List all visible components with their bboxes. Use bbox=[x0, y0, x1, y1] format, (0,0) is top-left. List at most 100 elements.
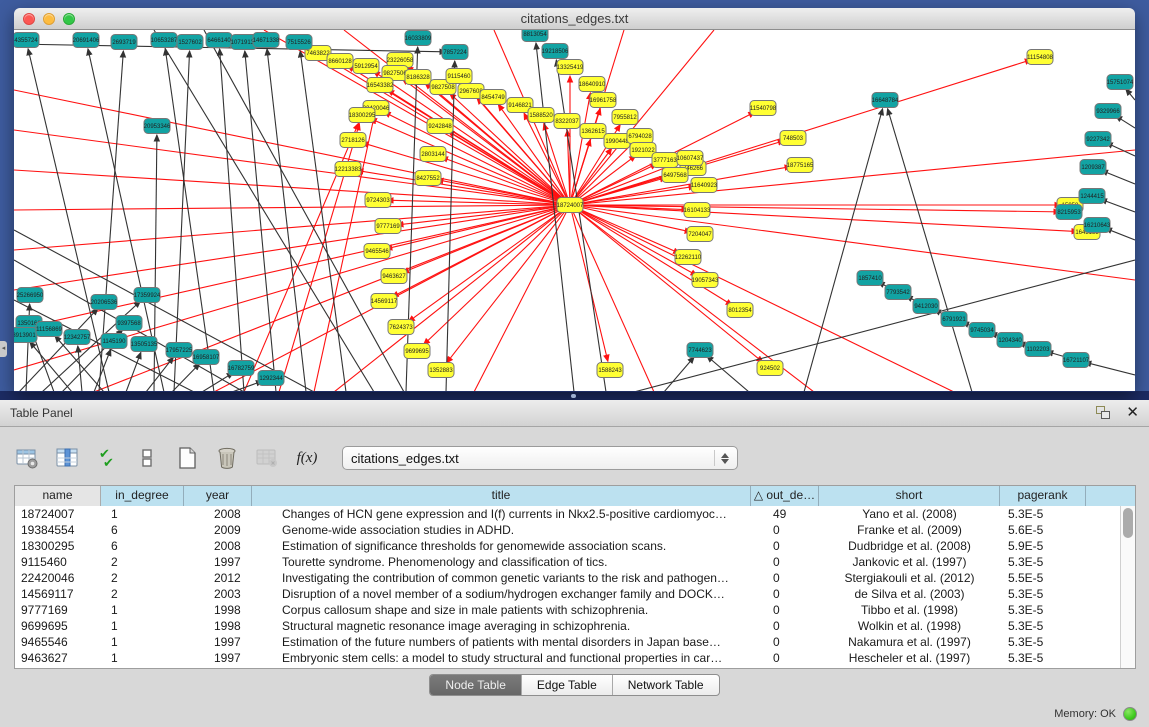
graph-node[interactable] bbox=[381, 269, 407, 284]
column-header-short[interactable]: short bbox=[819, 486, 1000, 506]
table-row[interactable]: 1938455462009Genome-wide association stu… bbox=[15, 522, 1120, 538]
graph-node[interactable] bbox=[687, 227, 713, 242]
graph-node[interactable] bbox=[627, 129, 653, 144]
graph-node[interactable] bbox=[1025, 342, 1051, 357]
table-row[interactable]: 977716911998Corpus callosum shape and si… bbox=[15, 602, 1120, 618]
graph-node[interactable] bbox=[997, 333, 1023, 348]
graph-node[interactable] bbox=[1107, 75, 1133, 90]
graph-node[interactable] bbox=[1079, 189, 1105, 204]
tab-network-table[interactable]: Network Table bbox=[613, 675, 719, 695]
graph-node[interactable] bbox=[1080, 160, 1106, 175]
graph-node[interactable] bbox=[857, 271, 883, 286]
table-settings-icon[interactable] bbox=[14, 445, 40, 471]
graph-node[interactable] bbox=[405, 70, 431, 85]
table-vertical-scrollbar[interactable] bbox=[1120, 506, 1135, 668]
graph-node[interactable] bbox=[1027, 50, 1053, 65]
graph-node[interactable] bbox=[64, 330, 90, 345]
graph-node[interactable] bbox=[166, 343, 192, 358]
graph-node[interactable] bbox=[206, 33, 232, 48]
graph-node[interactable] bbox=[1056, 205, 1082, 220]
float-panel-icon[interactable] bbox=[1096, 406, 1112, 420]
graph-node[interactable] bbox=[428, 363, 454, 378]
deselect-icon[interactable] bbox=[134, 445, 160, 471]
graph-node[interactable] bbox=[579, 77, 605, 92]
table-row[interactable]: 911546021997Tourette syndrome. Phenomeno… bbox=[15, 554, 1120, 570]
zoom-icon[interactable] bbox=[63, 13, 75, 25]
graph-node[interactable] bbox=[375, 219, 401, 234]
table-row[interactable]: 2242004622012Investigating the contribut… bbox=[15, 570, 1120, 586]
delete-trash-icon[interactable] bbox=[214, 445, 240, 471]
tab-node-table[interactable]: Node Table bbox=[430, 675, 522, 695]
graph-node[interactable] bbox=[335, 162, 361, 177]
graph-node[interactable] bbox=[405, 31, 431, 46]
graph-node[interactable] bbox=[662, 168, 688, 183]
graph-node[interactable] bbox=[371, 294, 397, 309]
graph-node[interactable] bbox=[750, 101, 776, 116]
select-all-icon[interactable]: ✔✔ bbox=[94, 445, 120, 471]
graph-node[interactable] bbox=[253, 33, 279, 48]
graph-node[interactable] bbox=[36, 322, 62, 337]
column-header-in_degree[interactable]: in_degree bbox=[101, 486, 184, 506]
graph-node[interactable] bbox=[14, 33, 39, 48]
graph-node[interactable] bbox=[612, 110, 638, 125]
graph-node[interactable] bbox=[286, 35, 312, 50]
graph-node[interactable] bbox=[73, 33, 99, 48]
graph-node[interactable] bbox=[1063, 353, 1089, 368]
graph-node[interactable] bbox=[780, 131, 806, 146]
graph-node[interactable] bbox=[367, 78, 393, 93]
graph-node[interactable] bbox=[91, 295, 117, 310]
collapse-west-panel-handle[interactable]: ◂ bbox=[0, 341, 7, 357]
table-row[interactable]: 1456911722003Disruption of a novel membe… bbox=[15, 586, 1120, 602]
graph-node[interactable] bbox=[1085, 132, 1111, 147]
network-canvas[interactable]: 1872400774638228660128591295423226058982… bbox=[14, 30, 1135, 391]
graph-node[interactable] bbox=[872, 93, 898, 108]
graph-node[interactable] bbox=[542, 44, 568, 59]
graph-node[interactable] bbox=[580, 124, 606, 139]
graph-node[interactable] bbox=[442, 45, 468, 60]
table-row[interactable]: 946554611997Estimation of the future num… bbox=[15, 634, 1120, 650]
graph-node[interactable] bbox=[193, 350, 219, 365]
graph-node[interactable] bbox=[144, 119, 170, 134]
function-builder-icon[interactable]: f(x) bbox=[294, 445, 320, 471]
graph-node[interactable] bbox=[557, 198, 583, 213]
scrollbar-thumb[interactable] bbox=[1123, 508, 1133, 538]
graph-node[interactable] bbox=[677, 151, 703, 166]
graph-node[interactable] bbox=[1084, 218, 1110, 233]
graph-node[interactable] bbox=[388, 320, 414, 335]
graph-node[interactable] bbox=[480, 90, 506, 105]
column-header-out_de[interactable]: △ out_de… bbox=[751, 486, 819, 506]
graph-node[interactable] bbox=[941, 312, 967, 327]
graph-node[interactable] bbox=[134, 288, 160, 303]
graph-node[interactable] bbox=[675, 250, 701, 265]
graph-node[interactable] bbox=[652, 153, 678, 168]
graph-node[interactable] bbox=[684, 203, 710, 218]
graph-node[interactable] bbox=[420, 147, 446, 162]
graph-node[interactable] bbox=[522, 30, 548, 42]
graph-node[interactable] bbox=[1095, 104, 1121, 119]
network-canvas-svg[interactable]: 1872400774638228660128591295423226058982… bbox=[14, 30, 1135, 391]
graph-node[interactable] bbox=[554, 114, 580, 129]
graph-node[interactable] bbox=[757, 361, 783, 376]
graph-node[interactable] bbox=[885, 285, 911, 300]
column-header-name[interactable]: name bbox=[15, 486, 101, 506]
graph-node[interactable] bbox=[131, 337, 157, 352]
graph-node[interactable] bbox=[14, 328, 37, 343]
graph-node[interactable] bbox=[101, 334, 127, 349]
graph-node[interactable] bbox=[327, 54, 353, 69]
table-selector-dropdown[interactable]: citations_edges.txt bbox=[342, 446, 738, 470]
graph-node[interactable] bbox=[597, 363, 623, 378]
graph-node[interactable] bbox=[415, 171, 441, 186]
splitter-grip[interactable] bbox=[571, 394, 576, 398]
graph-node[interactable] bbox=[727, 303, 753, 318]
graph-node[interactable] bbox=[969, 323, 995, 338]
minimize-icon[interactable] bbox=[43, 13, 55, 25]
new-document-icon[interactable] bbox=[174, 445, 200, 471]
column-header-year[interactable]: year bbox=[184, 486, 252, 506]
graph-node[interactable] bbox=[111, 35, 137, 50]
graph-node[interactable] bbox=[258, 371, 284, 386]
graph-node[interactable] bbox=[557, 60, 583, 75]
graph-node[interactable] bbox=[446, 69, 472, 84]
graph-node[interactable] bbox=[787, 158, 813, 173]
tab-edge-table[interactable]: Edge Table bbox=[522, 675, 613, 695]
graph-node[interactable] bbox=[687, 343, 713, 358]
